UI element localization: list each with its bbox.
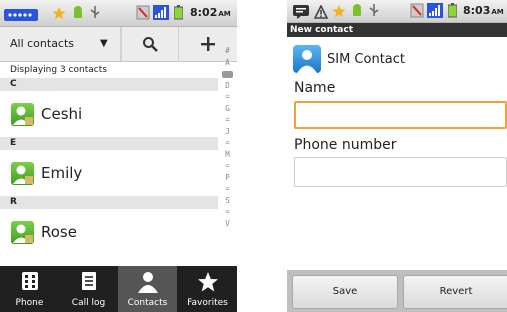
star-notification-icon	[52, 5, 66, 24]
index-letter: G	[225, 103, 230, 113]
usb-icon	[90, 5, 100, 24]
filter-label: All contacts	[10, 37, 75, 50]
star-notification-icon	[332, 3, 346, 22]
contact-row-rose[interactable]: Rose	[0, 212, 218, 252]
contacts-toolbar: All contacts ▼	[0, 27, 237, 62]
contacts-screen: 8:02AM All contacts ▼ Displaying 3 conta…	[0, 0, 237, 312]
tab-phone[interactable]: Phone	[0, 266, 59, 312]
tab-contacts[interactable]: Contacts	[118, 266, 177, 312]
contact-row-ceshi[interactable]: Ceshi	[0, 94, 218, 134]
android-debug-icon	[72, 5, 84, 24]
section-header-r: R	[0, 196, 218, 209]
search-icon	[143, 37, 158, 52]
tab-favorites[interactable]: Favorites	[178, 266, 237, 312]
sim-alert-icon	[410, 3, 424, 22]
section-header-c: C	[0, 78, 218, 91]
index-letter: S	[225, 195, 230, 205]
contact-name: Ceshi	[41, 105, 83, 123]
battery-icon	[173, 5, 184, 24]
index-letter: =	[225, 138, 230, 147]
battery-icon	[447, 3, 458, 22]
save-button[interactable]: Save	[292, 275, 398, 309]
usb-icon	[369, 3, 379, 22]
index-letter: =	[225, 115, 230, 124]
tab-call-log[interactable]: Call log	[59, 266, 118, 312]
person-icon	[137, 271, 159, 297]
android-debug-icon	[351, 3, 363, 22]
index-letter: V	[225, 218, 230, 228]
dropdown-arrow-icon: ▼	[100, 38, 108, 49]
index-letter: P	[225, 172, 230, 182]
phone-number-field[interactable]	[294, 157, 507, 187]
star-icon	[197, 271, 219, 297]
index-letter: =	[225, 92, 230, 101]
revert-button[interactable]: Revert	[403, 275, 507, 309]
contact-name: Rose	[41, 223, 77, 241]
phone-number-label: Phone number	[294, 137, 397, 153]
index-letter: D	[225, 80, 230, 90]
search-button[interactable]	[121, 27, 178, 61]
contact-name: Emily	[41, 164, 83, 182]
action-bar: Save Revert	[287, 270, 507, 312]
signal-icon	[427, 3, 443, 22]
contact-avatar-icon	[11, 103, 34, 126]
index-letter: A	[225, 57, 230, 67]
bottom-tab-bar: Phone Call log Contacts Favorites	[0, 266, 237, 312]
contact-avatar-icon	[11, 221, 34, 244]
sim-alert-icon	[136, 5, 150, 24]
signal-icon	[153, 5, 169, 24]
message-icon	[293, 4, 309, 23]
contact-row-emily[interactable]: Emily	[0, 153, 218, 193]
status-time: 8:02AM	[190, 6, 231, 19]
status-bar: 8:02AM	[0, 0, 237, 27]
index-letter: #	[225, 46, 230, 55]
index-letter: =	[225, 184, 230, 193]
index-thumb[interactable]	[220, 68, 235, 80]
contacts-count-text: Displaying 3 contacts	[10, 65, 107, 75]
section-header-e: E	[0, 137, 218, 150]
index-letter: =	[225, 161, 230, 170]
warning-icon	[313, 4, 329, 23]
account-type-label: SIM Contact	[327, 52, 406, 67]
name-input[interactable]	[296, 103, 505, 127]
sim-contact-icon	[293, 45, 321, 73]
index-letter: M	[225, 149, 230, 159]
tab-contacts-label: Contacts	[127, 298, 168, 308]
status-time: 8:03AM	[463, 4, 504, 17]
screen-title: New contact	[287, 23, 507, 37]
tab-call-log-label: Call log	[71, 298, 106, 308]
plus-icon	[201, 37, 215, 51]
name-label: Name	[294, 80, 336, 96]
dialpad-icon	[21, 271, 39, 295]
call-log-icon	[81, 271, 97, 295]
contacts-filter-dropdown[interactable]: All contacts ▼	[0, 27, 121, 61]
index-letter: J	[225, 126, 230, 136]
notification-dots-icon	[4, 6, 38, 25]
phone-number-input[interactable]	[295, 158, 506, 186]
status-bar: 8:03AM	[287, 0, 507, 23]
new-contact-screen: 8:03AM New contact SIM Contact Name Phon…	[287, 0, 507, 312]
contact-avatar-icon	[11, 162, 34, 185]
tab-phone-label: Phone	[15, 298, 44, 308]
alphabet-fast-scroll[interactable]: # A D = G = J = M = P = S = V	[220, 45, 235, 229]
name-field[interactable]	[294, 101, 507, 129]
tab-favorites-label: Favorites	[187, 298, 228, 308]
index-letter: =	[225, 207, 230, 216]
